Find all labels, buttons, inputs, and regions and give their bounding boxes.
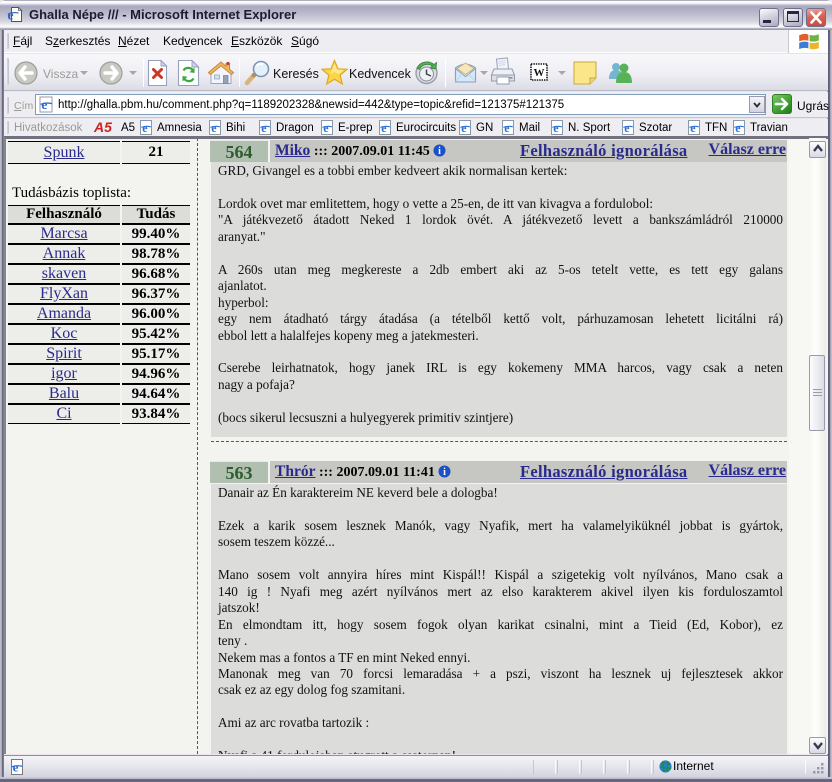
svg-text:e: e xyxy=(553,121,559,135)
svg-text:e: e xyxy=(323,121,329,135)
svg-text:e: e xyxy=(142,121,148,135)
svg-text:e: e xyxy=(41,98,47,113)
svg-text:e: e xyxy=(381,121,387,135)
svg-text:i: i xyxy=(443,467,446,478)
svg-text:i: i xyxy=(438,146,441,157)
svg-text:W: W xyxy=(534,67,545,79)
svg-text:e: e xyxy=(8,8,14,23)
svg-text:e: e xyxy=(735,121,741,135)
svg-text:e: e xyxy=(461,121,467,135)
svg-text:e: e xyxy=(211,121,217,135)
svg-text:e: e xyxy=(261,121,267,135)
svg-text:A5: A5 xyxy=(93,120,112,134)
svg-text:e: e xyxy=(624,121,630,135)
svg-text:e: e xyxy=(504,121,510,135)
svg-text:e: e xyxy=(690,121,696,135)
